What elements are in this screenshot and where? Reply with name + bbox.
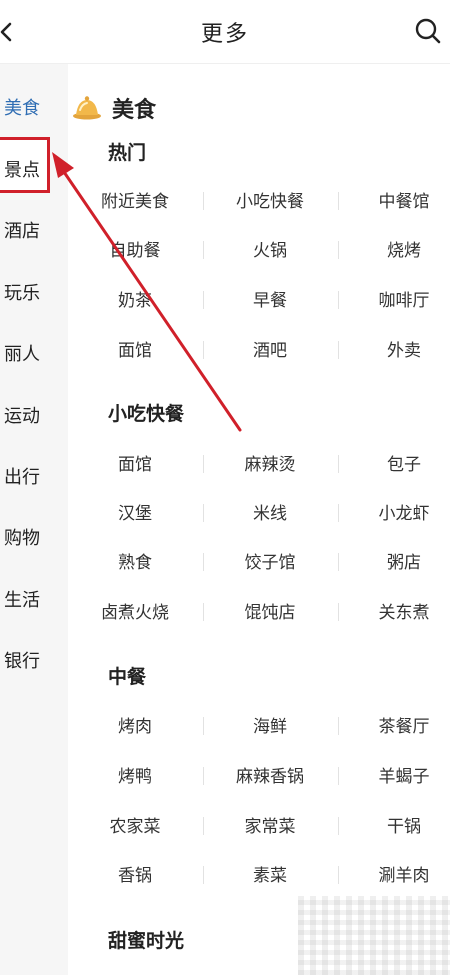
sidebar-item-hotel[interactable]: 酒店 xyxy=(4,217,40,243)
grid-item[interactable]: 烤鸭 xyxy=(71,762,199,787)
divider xyxy=(338,817,339,835)
divider xyxy=(203,291,204,309)
grid-row: 卤煮火烧 馄饨店 关东煮 xyxy=(68,598,450,628)
section-title-chinese: 中餐 xyxy=(108,666,147,688)
grid-item[interactable]: 涮羊肉 xyxy=(340,861,450,886)
grid-row: 汉堡 米线 小龙虾 xyxy=(68,499,450,529)
divider xyxy=(338,291,339,309)
grid-item[interactable]: 酒吧 xyxy=(206,336,334,361)
grid-item[interactable]: 农家菜 xyxy=(71,812,199,837)
divider xyxy=(203,553,204,571)
grid-item[interactable]: 粥店 xyxy=(340,548,450,573)
grid-row: 附近美食 小吃快餐 中餐馆 xyxy=(68,187,450,217)
grid-row: 奶茶 早餐 咖啡厅 xyxy=(68,286,450,316)
grid-row: 面馆 麻辣烫 包子 xyxy=(68,450,450,480)
search-icon[interactable] xyxy=(414,17,442,45)
grid-item[interactable]: 干锅 xyxy=(340,812,450,837)
divider xyxy=(338,553,339,571)
grid-item[interactable]: 烤肉 xyxy=(71,712,199,737)
sidebar-item-food[interactable]: 美食 xyxy=(4,94,40,120)
grid-item[interactable]: 小龙虾 xyxy=(340,499,450,524)
category-title: 美食 xyxy=(112,98,157,123)
grid-item[interactable]: 面馆 xyxy=(71,450,199,475)
grid-row: 自助餐 火锅 烧烤 xyxy=(68,236,450,266)
sidebar-item-attractions[interactable]: 景点 xyxy=(4,156,40,182)
section-title-sweets: 甜蜜时光 xyxy=(108,930,185,952)
grid-item[interactable]: 中餐馆 xyxy=(340,187,450,212)
grid-item[interactable]: 麻辣香锅 xyxy=(206,762,334,787)
divider xyxy=(203,455,204,473)
sidebar-item-travel[interactable]: 出行 xyxy=(4,463,40,489)
grid-item[interactable]: 茶餐厅 xyxy=(340,712,450,737)
divider xyxy=(338,455,339,473)
section-title-snacks: 小吃快餐 xyxy=(108,403,185,425)
divider xyxy=(203,817,204,835)
divider xyxy=(338,192,339,210)
sidebar-item-shopping[interactable]: 购物 xyxy=(4,524,40,550)
grid-row: 烤鸭 麻辣香锅 羊蝎子 xyxy=(68,762,450,792)
grid-item[interactable]: 卤煮火烧 xyxy=(71,598,199,623)
divider xyxy=(203,241,204,259)
grid-item[interactable]: 饺子馆 xyxy=(206,548,334,573)
divider xyxy=(338,603,339,621)
grid-item[interactable]: 汉堡 xyxy=(71,499,199,524)
divider xyxy=(203,717,204,735)
grid-item[interactable]: 羊蝎子 xyxy=(340,762,450,787)
divider xyxy=(338,241,339,259)
divider xyxy=(203,767,204,785)
divider xyxy=(338,717,339,735)
divider xyxy=(338,341,339,359)
sidebar-item-life[interactable]: 生活 xyxy=(4,586,40,612)
grid-item[interactable]: 附近美食 xyxy=(71,187,199,212)
page-title: 更多 xyxy=(200,22,249,47)
grid-item[interactable]: 麻辣烫 xyxy=(206,450,334,475)
divider xyxy=(203,192,204,210)
grid-row: 香锅 素菜 涮羊肉 xyxy=(68,861,450,891)
divider xyxy=(203,866,204,884)
grid-item[interactable]: 馄饨店 xyxy=(206,598,334,623)
grid-item[interactable]: 外卖 xyxy=(340,336,450,361)
watermark xyxy=(298,896,450,975)
grid-row: 农家菜 家常菜 干锅 xyxy=(68,812,450,842)
grid-item[interactable]: 米线 xyxy=(206,499,334,524)
category-sidebar: 美食 景点 酒店 玩乐 丽人 运动 出行 购物 生活 银行 xyxy=(0,64,68,975)
grid-item[interactable]: 奶茶 xyxy=(71,286,199,311)
grid-row: 面馆 酒吧 外卖 xyxy=(68,336,450,366)
grid-row: 熟食 饺子馆 粥店 xyxy=(68,548,450,578)
sidebar-item-beauty[interactable]: 丽人 xyxy=(4,340,40,366)
grid-item[interactable]: 熟食 xyxy=(71,548,199,573)
divider xyxy=(338,767,339,785)
grid-item[interactable]: 关东煮 xyxy=(340,598,450,623)
section-title-hot: 热门 xyxy=(108,142,147,164)
grid-item[interactable]: 自助餐 xyxy=(71,236,199,261)
grid-item[interactable]: 包子 xyxy=(340,450,450,475)
grid-item[interactable]: 咖啡厅 xyxy=(340,286,450,311)
grid-item[interactable]: 面馆 xyxy=(71,336,199,361)
grid-item[interactable]: 海鲜 xyxy=(206,712,334,737)
divider xyxy=(203,341,204,359)
grid-row: 烤肉 海鲜 茶餐厅 xyxy=(68,712,450,742)
divider xyxy=(203,603,204,621)
grid-item[interactable]: 火锅 xyxy=(206,236,334,261)
grid-item[interactable]: 家常菜 xyxy=(206,812,334,837)
grid-item[interactable]: 烧烤 xyxy=(340,236,450,261)
page: 更多 美食 景点 酒店 玩乐 丽人 运动 出行 购物 生活 银行 美食 热门 附… xyxy=(0,0,450,975)
divider xyxy=(338,504,339,522)
category-content: 美食 热门 附近美食 小吃快餐 中餐馆 自助餐 火锅 烧烤 奶茶 早餐 咖啡厅 … xyxy=(68,64,450,975)
sidebar-item-bank[interactable]: 银行 xyxy=(4,647,40,673)
sidebar-item-sports[interactable]: 运动 xyxy=(4,402,40,428)
sidebar-item-entertainment[interactable]: 玩乐 xyxy=(4,279,40,305)
grid-item[interactable]: 早餐 xyxy=(206,286,334,311)
food-dish-icon xyxy=(73,96,101,120)
top-bar: 更多 xyxy=(0,0,450,64)
divider xyxy=(338,866,339,884)
divider xyxy=(203,504,204,522)
grid-item[interactable]: 小吃快餐 xyxy=(206,187,334,212)
grid-item[interactable]: 香锅 xyxy=(71,861,199,886)
grid-item[interactable]: 素菜 xyxy=(206,861,334,886)
